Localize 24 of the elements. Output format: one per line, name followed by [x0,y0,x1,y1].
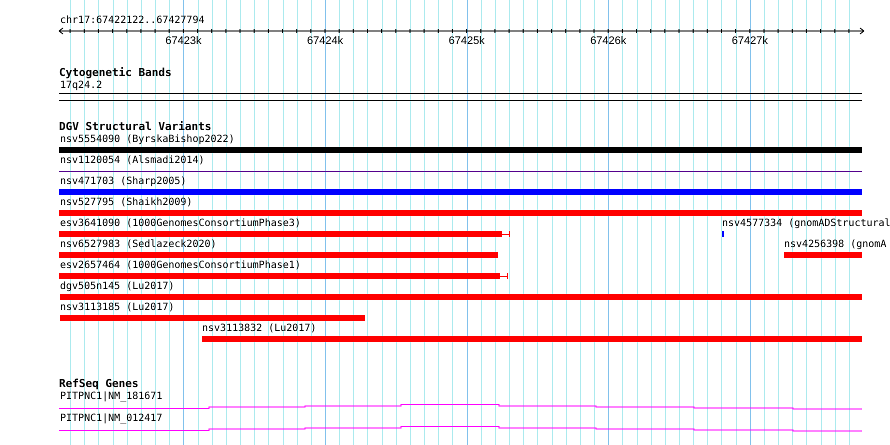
track-title: RefSeq Genes [59,378,138,390]
tick-label: 67426k [590,35,626,47]
variant-label: nsv471703 (Sharp2005) [60,176,186,188]
location-label: chr17:67422122..67427794 [60,15,204,27]
variant-label: nsv5554090 (ByrskaBishop2022) [60,134,235,146]
tick-label: 67423k [165,35,202,47]
track-title: Cytogenetic Bands [59,67,172,79]
band-label: 17q24.2 [60,80,102,92]
tick-label: 67427k [732,35,768,47]
variant-label: dgv505n145 (Lu2017) [60,281,174,293]
tick-label: 67425k [448,35,485,47]
variant-label: nsv6527983 (Sedlazeck2020) [60,239,217,251]
tick-label: 67424k [307,35,344,47]
variant-label: nsv527795 (Shaikh2009) [60,197,192,209]
variant-label: nsv4256398 (gnomA [784,239,886,251]
variant-label: nsv3113185 (Lu2017) [60,302,174,314]
variant-label: nsv1120054 (Alsmadi2014) [60,155,204,167]
variant-label: nsv3113832 (Lu2017) [202,323,316,335]
variant-label: nsv4577334 (gnomADStructural [722,218,890,230]
gene-label: PITPNC1|NM_012417 [60,413,162,425]
variant-label: esv3641090 (1000GenomesConsortiumPhase3) [60,218,301,230]
gene-label: PITPNC1|NM_181671 [60,391,162,403]
track-title: DGV Structural Variants [59,121,212,133]
variant-label: esv2657464 (1000GenomesConsortiumPhase1) [60,260,301,272]
